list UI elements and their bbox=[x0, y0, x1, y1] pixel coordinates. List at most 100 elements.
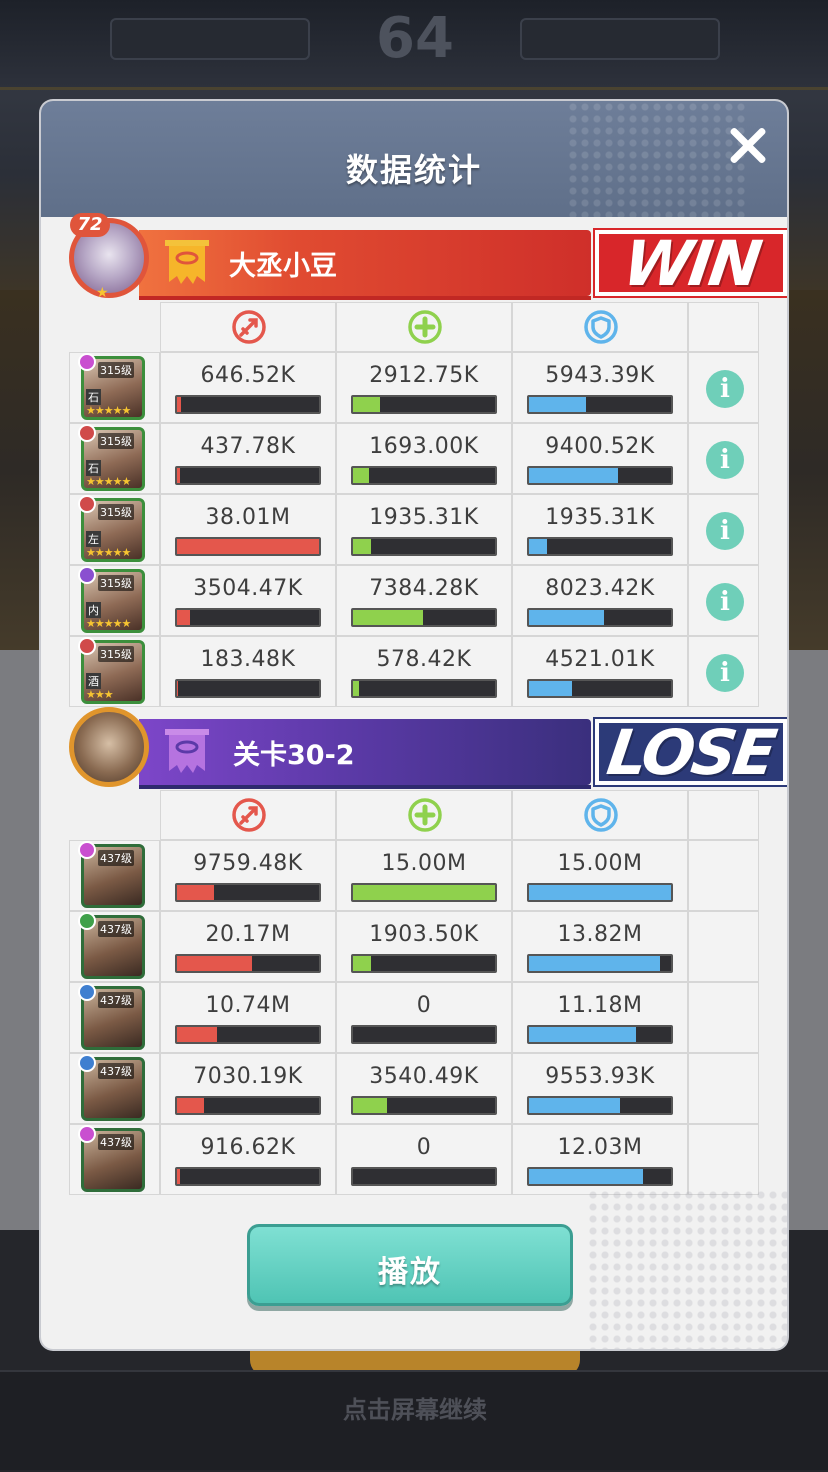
sword-icon bbox=[232, 798, 266, 832]
tank-bar bbox=[527, 537, 673, 556]
modal-title: 数据统计 bbox=[345, 151, 482, 189]
tank-bar bbox=[527, 1167, 673, 1186]
damage-cell: 916.62K bbox=[160, 1124, 336, 1195]
tank-bar bbox=[527, 1096, 673, 1115]
damage-bar-fill bbox=[177, 1027, 217, 1042]
hero-level-label: 437级 bbox=[98, 992, 134, 1008]
hero-star-rating: ★★★★★ bbox=[86, 546, 131, 559]
tank-bar bbox=[527, 608, 673, 627]
damage-cell: 9759.48K bbox=[160, 840, 336, 911]
damage-cell: 20.17M bbox=[160, 911, 336, 982]
damage-bar bbox=[175, 883, 321, 902]
play-button[interactable]: 播放 bbox=[247, 1224, 573, 1306]
hero-faction-icon bbox=[78, 353, 96, 371]
tank-value: 13.82M bbox=[557, 922, 643, 947]
hero-portrait[interactable]: 437级 bbox=[78, 1125, 145, 1192]
hero-cell: 437级 bbox=[69, 1053, 160, 1124]
tank-value: 9553.93K bbox=[545, 1064, 655, 1089]
hero-cell: 315级石 ★★★★★ bbox=[69, 423, 160, 494]
heal-value: 0 bbox=[416, 1135, 432, 1160]
hero-portrait[interactable]: 437级 bbox=[78, 912, 145, 979]
tank-cell: 8023.42K bbox=[512, 565, 688, 636]
hero-star-rating: ★★★★★ bbox=[86, 617, 131, 630]
hero-faction-icon bbox=[78, 1125, 96, 1143]
hero-portrait[interactable]: 315级石 ★★★★★ bbox=[78, 424, 145, 491]
enemy-avatar[interactable] bbox=[69, 707, 149, 787]
hero-faction-icon bbox=[78, 495, 96, 513]
heal-value: 15.00M bbox=[381, 851, 467, 876]
hud-score: 64 bbox=[376, 6, 454, 71]
damage-cell: 7030.19K bbox=[160, 1053, 336, 1124]
damage-bar-fill bbox=[177, 1169, 180, 1184]
header-cell bbox=[160, 790, 336, 840]
tank-cell: 1935.31K bbox=[512, 494, 688, 565]
heal-bar bbox=[351, 395, 497, 414]
avatar-stars: ★ bbox=[96, 285, 109, 301]
hero-portrait[interactable]: 315级石 ★★★★★ bbox=[78, 353, 145, 420]
heal-cell: 578.42K bbox=[336, 636, 512, 707]
heal-cell: 1935.31K bbox=[336, 494, 512, 565]
heal-bar bbox=[351, 1025, 497, 1044]
info-icon[interactable]: i bbox=[706, 654, 744, 692]
info-icon[interactable]: i bbox=[706, 370, 744, 408]
tank-bar-fill bbox=[529, 1169, 643, 1184]
heal-cross-icon bbox=[408, 310, 442, 344]
info-cell: i bbox=[688, 352, 759, 423]
damage-bar-fill bbox=[177, 885, 214, 900]
info-icon[interactable]: i bbox=[706, 583, 744, 621]
stats-header-row bbox=[69, 790, 759, 840]
heal-cell: 0 bbox=[336, 1124, 512, 1195]
info-icon[interactable]: i bbox=[706, 512, 744, 550]
damage-bar bbox=[175, 466, 321, 485]
hero-faction-icon bbox=[78, 912, 96, 930]
hero-portrait[interactable]: 437级 bbox=[78, 983, 145, 1050]
hero-level-label: 437级 bbox=[98, 1134, 134, 1150]
damage-value: 7030.19K bbox=[193, 1064, 303, 1089]
header-cell bbox=[336, 790, 512, 840]
hero-stats-row: 315级左 ★★★★★ 38.01M 1935.31K 1935.31K i bbox=[69, 494, 759, 565]
tank-value: 4521.01K bbox=[545, 647, 655, 672]
info-cell: i bbox=[688, 565, 759, 636]
hero-stats-row: 315级内 ★★★★★ 3504.47K 7384.28K 8023.42K i bbox=[69, 565, 759, 636]
damage-bar bbox=[175, 395, 321, 414]
close-button[interactable] bbox=[723, 121, 773, 171]
hero-faction-icon bbox=[78, 983, 96, 1001]
damage-cell: 38.01M bbox=[160, 494, 336, 565]
hero-portrait[interactable]: 315级左 ★★★★★ bbox=[78, 495, 145, 562]
header-cell bbox=[512, 790, 688, 840]
info-cell bbox=[688, 1053, 759, 1124]
player-team-banner: 大丞小豆 WIN 72 ★ bbox=[69, 213, 787, 301]
damage-bar bbox=[175, 1025, 321, 1044]
damage-bar bbox=[175, 1167, 321, 1186]
damage-cell: 3504.47K bbox=[160, 565, 336, 636]
heal-cell: 3540.49K bbox=[336, 1053, 512, 1124]
damage-bar bbox=[175, 679, 321, 698]
player-team-name: 大丞小豆 bbox=[229, 251, 337, 282]
hero-level-label: 315级 bbox=[98, 433, 134, 449]
heal-value: 2912.75K bbox=[369, 363, 479, 388]
damage-bar-fill bbox=[177, 1098, 204, 1113]
hero-position-tag: 酒 bbox=[86, 673, 101, 689]
hero-level-label: 315级 bbox=[98, 362, 134, 378]
damage-value: 3504.47K bbox=[193, 576, 303, 601]
hero-portrait[interactable]: 437级 bbox=[78, 841, 145, 908]
heal-bar bbox=[351, 1167, 497, 1186]
enemy-team-banner: 关卡30-2 LOSE bbox=[69, 707, 787, 789]
hero-portrait[interactable]: 315级内 ★★★★★ bbox=[78, 566, 145, 633]
hero-cell: 437级 bbox=[69, 911, 160, 982]
hero-portrait[interactable]: 437级 bbox=[78, 1054, 145, 1121]
heal-bar bbox=[351, 608, 497, 627]
heal-bar bbox=[351, 883, 497, 902]
tank-bar-fill bbox=[529, 539, 548, 554]
hero-portrait[interactable]: 315级酒 ★★★ bbox=[78, 637, 145, 704]
tank-bar bbox=[527, 466, 673, 485]
tank-value: 1935.31K bbox=[545, 505, 655, 530]
lose-badge: LOSE bbox=[593, 716, 787, 789]
player-avatar[interactable]: 72 ★ bbox=[69, 213, 149, 301]
info-icon[interactable]: i bbox=[706, 441, 744, 479]
tank-bar-fill bbox=[529, 956, 660, 971]
damage-cell: 646.52K bbox=[160, 352, 336, 423]
hero-stats-row: 437级 916.62K 0 12.03M bbox=[69, 1124, 759, 1195]
game-hud: 64 bbox=[0, 0, 828, 90]
tank-cell: 4521.01K bbox=[512, 636, 688, 707]
